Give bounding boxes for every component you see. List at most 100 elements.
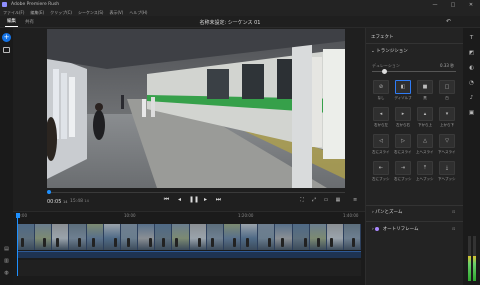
lock-icon[interactable]: ▥ <box>3 258 10 264</box>
clip-thumbnail[interactable] <box>138 224 156 250</box>
volume-icon[interactable]: ◍ <box>3 270 10 276</box>
transition-label: 左にスライド <box>372 150 390 154</box>
clip-figure <box>21 238 24 247</box>
slide-left-icon: ◁ <box>373 134 389 148</box>
skip-to-end-icon[interactable]: ⏭ <box>215 196 222 204</box>
step-back-icon[interactable]: ◂ <box>176 196 183 204</box>
play-icon[interactable]: ❚❚ <box>189 196 199 204</box>
clip-figure <box>197 238 201 247</box>
clip-thumbnail[interactable] <box>343 224 362 250</box>
menu-view[interactable]: 表示(V) <box>109 10 123 16</box>
aspect-icon[interactable]: ▭ <box>323 197 329 203</box>
chevron-right-icon: › <box>372 210 374 215</box>
step-forward-icon[interactable]: ▸ <box>202 196 209 204</box>
transition-push-down[interactable]: ▾ 上から下 <box>438 107 456 130</box>
clip-thumbnail[interactable] <box>120 224 139 250</box>
clip-thumbnail[interactable] <box>69 224 87 250</box>
clip-thumbnail[interactable] <box>18 224 36 250</box>
transition-dip-white[interactable]: □ 白 <box>438 80 456 103</box>
crop-icon[interactable]: ⛶ <box>299 197 305 203</box>
clip-thumbnail[interactable] <box>35 224 53 250</box>
menu-sequence[interactable]: シーケンス(S) <box>78 10 103 16</box>
premium-icon <box>375 226 380 231</box>
video-preview[interactable] <box>47 29 345 188</box>
pan-zoom-section[interactable]: › パンとズーム <box>372 209 402 215</box>
scrub-handle[interactable] <box>47 190 51 194</box>
timeline-ruler[interactable]: 0:00 10:00 1:20:00 1:40:00 <box>18 212 363 221</box>
clip-thumbnail[interactable] <box>326 224 344 250</box>
color-icon[interactable]: ◐ <box>463 65 480 73</box>
more-icon[interactable]: ≡ <box>353 197 357 203</box>
clip-thumbnail[interactable] <box>103 224 121 250</box>
pan-zoom-toggle-icon[interactable]: ⊡ <box>452 209 455 214</box>
transition-push-up[interactable]: ▴ 下から上 <box>416 107 434 130</box>
none-icon: ⊘ <box>373 80 389 94</box>
clip-figure <box>246 238 250 247</box>
audio-meter-left <box>468 236 471 281</box>
clip-thumbnail[interactable] <box>155 224 173 250</box>
transition-wipe-down[interactable]: ⤓ 下へプッシュ <box>438 161 456 184</box>
top-bar: 編集 共有 名称未設定: シーケンス 01 ↶ <box>0 16 480 28</box>
clip-thumbnail[interactable] <box>292 224 310 250</box>
auto-reframe-section[interactable]: › オートリフレーム <box>372 226 419 232</box>
video-clip-track[interactable] <box>18 224 362 250</box>
transition-label: なし <box>377 96 385 100</box>
minimize-button[interactable]: — <box>426 2 444 8</box>
empty-audio-track[interactable] <box>18 260 361 276</box>
duration-value[interactable]: 0.33 秒 <box>440 63 454 69</box>
transition-push-left[interactable]: ◂ 右から左 <box>372 107 390 130</box>
audio-track[interactable] <box>18 251 361 258</box>
clip-thumbnail[interactable] <box>258 224 276 250</box>
speed-icon[interactable]: ◔ <box>463 80 480 88</box>
add-media-button[interactable]: + <box>2 33 11 42</box>
clip-thumbnail[interactable] <box>86 224 104 250</box>
slide-right-icon: ▷ <box>395 134 411 148</box>
monitor-tools: ⛶ ⤢ ▭ ▦ <box>299 197 341 203</box>
undo-icon[interactable]: ↶ <box>446 18 451 25</box>
transitions-header[interactable]: ⌄ トランジション <box>371 48 408 54</box>
transform-icon[interactable]: ▣ <box>463 110 480 118</box>
auto-reframe-toggle-icon[interactable]: ⊡ <box>452 226 455 231</box>
titles-icon[interactable]: T <box>463 35 480 43</box>
transition-slide-right[interactable]: ▷ 右にスライド <box>394 134 412 157</box>
transition-wipe-left[interactable]: ⇤ 左にプッシュ <box>372 161 390 184</box>
clip-thumbnail[interactable] <box>52 224 70 250</box>
transition-label: 右から左 <box>374 123 388 127</box>
close-button[interactable]: ✕ <box>462 2 480 8</box>
clip-thumbnail[interactable] <box>206 224 224 250</box>
transition-label: 左から右 <box>396 123 410 127</box>
settings-icon[interactable]: ▦ <box>335 197 341 203</box>
media-icon[interactable] <box>3 47 10 53</box>
skip-to-start-icon[interactable]: ⏮ <box>163 196 170 204</box>
transition-slide-left[interactable]: ◁ 左にスライド <box>372 134 390 157</box>
audio-icon[interactable]: ♪ <box>463 95 480 103</box>
transition-slide-down[interactable]: ▽ 下へスライド <box>438 134 456 157</box>
transition-label: 左にプッシュ <box>372 177 390 181</box>
transitions-icon[interactable]: ◩ <box>463 50 480 58</box>
wipe-left-icon: ⇤ <box>373 161 389 175</box>
transition-push-right[interactable]: ▸ 左から右 <box>394 107 412 130</box>
transition-dip-black[interactable]: ■ 黒 <box>416 80 434 103</box>
clip-thumbnail[interactable] <box>309 224 327 250</box>
clip-thumbnail[interactable] <box>241 224 259 250</box>
clip-figure <box>329 238 333 247</box>
scrub-bar[interactable] <box>47 192 345 193</box>
track-icon[interactable]: ▤ <box>3 246 10 252</box>
menu-edit[interactable]: 編集(E) <box>30 10 44 16</box>
clip-thumbnail[interactable] <box>275 224 293 250</box>
clip-thumbnail[interactable] <box>172 224 190 250</box>
transition-none[interactable]: ⊘ なし <box>372 80 390 103</box>
menu-file[interactable]: ファイル(F) <box>3 10 24 16</box>
transition-wipe-up[interactable]: ⤒ 上へプッシュ <box>416 161 434 184</box>
duration-slider-knob[interactable] <box>382 69 388 74</box>
ruler-tick: 10:00 <box>124 213 136 218</box>
menu-clip[interactable]: クリップ(C) <box>50 10 72 16</box>
fullscreen-icon[interactable]: ⤢ <box>311 197 317 203</box>
clip-thumbnail[interactable] <box>189 224 207 250</box>
maximize-button[interactable]: □ <box>444 2 462 8</box>
transition-dissolve[interactable]: ◧ ディゾルブ <box>394 80 412 103</box>
clip-thumbnail[interactable] <box>223 224 242 250</box>
transition-slide-up[interactable]: △ 上へスライド <box>416 134 434 157</box>
menu-help[interactable]: ヘルプ(H) <box>129 10 147 16</box>
transition-wipe-right[interactable]: ⇥ 右にプッシュ <box>394 161 412 184</box>
